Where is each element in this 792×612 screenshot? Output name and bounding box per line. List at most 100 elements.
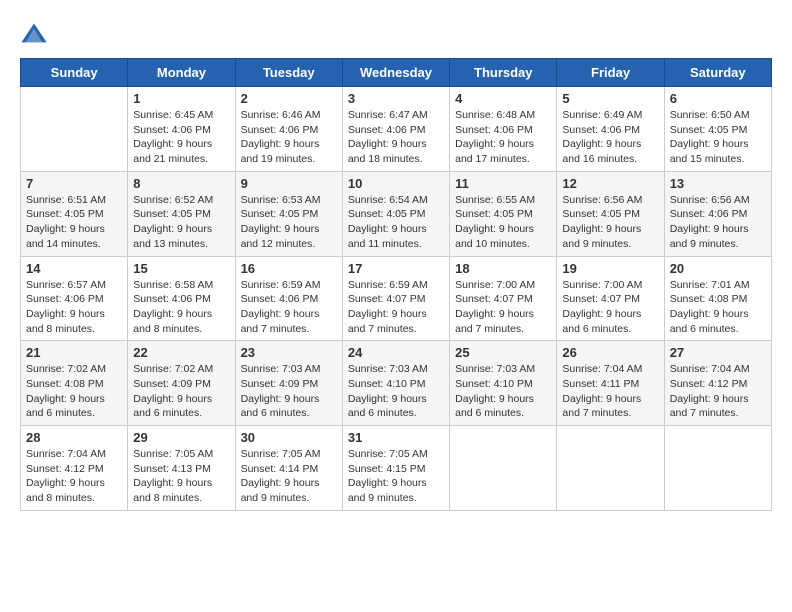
day-info: Sunrise: 7:03 AM Sunset: 4:10 PM Dayligh… bbox=[455, 362, 551, 421]
day-header: Tuesday bbox=[235, 59, 342, 87]
day-info: Sunrise: 6:50 AM Sunset: 4:05 PM Dayligh… bbox=[670, 108, 766, 167]
calendar-week-row: 21Sunrise: 7:02 AM Sunset: 4:08 PM Dayli… bbox=[21, 341, 772, 426]
calendar-cell: 20 Sunrise: 7:01 AM Sunset: 4:08 PM Dayli… bbox=[664, 256, 771, 341]
day-number: 6 bbox=[670, 91, 766, 106]
calendar-cell: 7Sunrise: 6:51 AM Sunset: 4:05 PM Daylig… bbox=[21, 171, 128, 256]
calendar-header-row: SundayMondayTuesdayWednesdayThursdayFrid… bbox=[21, 59, 772, 87]
calendar-cell: 3 Sunrise: 6:47 AM Sunset: 4:06 PM Daylig… bbox=[342, 87, 449, 172]
day-number: 14 bbox=[26, 261, 122, 276]
calendar-cell: 21Sunrise: 7:02 AM Sunset: 4:08 PM Dayli… bbox=[21, 341, 128, 426]
day-header: Monday bbox=[128, 59, 235, 87]
day-header: Sunday bbox=[21, 59, 128, 87]
calendar-cell: 29 Sunrise: 7:05 AM Sunset: 4:13 PM Dayli… bbox=[128, 426, 235, 511]
day-header: Saturday bbox=[664, 59, 771, 87]
day-info: Sunrise: 6:58 AM Sunset: 4:06 PM Dayligh… bbox=[133, 278, 229, 337]
calendar-cell: 24Sunrise: 7:03 AM Sunset: 4:10 PM Dayli… bbox=[342, 341, 449, 426]
calendar-cell: 16 Sunrise: 6:59 AM Sunset: 4:06 PM Dayli… bbox=[235, 256, 342, 341]
day-info: Sunrise: 6:46 AM Sunset: 4:06 PM Dayligh… bbox=[241, 108, 337, 167]
day-info: Sunrise: 6:56 AM Sunset: 4:06 PM Dayligh… bbox=[670, 193, 766, 252]
calendar-week-row: 28 Sunrise: 7:04 AM Sunset: 4:12 PM Dayli… bbox=[21, 426, 772, 511]
day-number: 3 bbox=[348, 91, 444, 106]
calendar-cell: 12 Sunrise: 6:56 AM Sunset: 4:05 PM Dayli… bbox=[557, 171, 664, 256]
day-info: Sunrise: 6:53 AM Sunset: 4:05 PM Dayligh… bbox=[241, 193, 337, 252]
calendar-cell: 19 Sunrise: 7:00 AM Sunset: 4:07 PM Dayli… bbox=[557, 256, 664, 341]
calendar-cell: 9 Sunrise: 6:53 AM Sunset: 4:05 PM Daylig… bbox=[235, 171, 342, 256]
calendar-week-row: 14Sunrise: 6:57 AM Sunset: 4:06 PM Dayli… bbox=[21, 256, 772, 341]
calendar-cell: 27Sunrise: 7:04 AM Sunset: 4:12 PM Dayli… bbox=[664, 341, 771, 426]
day-number: 19 bbox=[562, 261, 658, 276]
calendar-cell: 17Sunrise: 6:59 AM Sunset: 4:07 PM Dayli… bbox=[342, 256, 449, 341]
calendar-cell: 26 Sunrise: 7:04 AM Sunset: 4:11 PM Dayli… bbox=[557, 341, 664, 426]
calendar-cell: 13Sunrise: 6:56 AM Sunset: 4:06 PM Dayli… bbox=[664, 171, 771, 256]
calendar-cell: 2 Sunrise: 6:46 AM Sunset: 4:06 PM Daylig… bbox=[235, 87, 342, 172]
day-info: Sunrise: 6:51 AM Sunset: 4:05 PM Dayligh… bbox=[26, 193, 122, 252]
calendar-cell bbox=[664, 426, 771, 511]
day-number: 8 bbox=[133, 176, 229, 191]
calendar-cell: 25 Sunrise: 7:03 AM Sunset: 4:10 PM Dayli… bbox=[450, 341, 557, 426]
day-info: Sunrise: 7:05 AM Sunset: 4:15 PM Dayligh… bbox=[348, 447, 444, 506]
day-number: 26 bbox=[562, 345, 658, 360]
calendar-cell bbox=[557, 426, 664, 511]
day-info: Sunrise: 7:03 AM Sunset: 4:09 PM Dayligh… bbox=[241, 362, 337, 421]
day-info: Sunrise: 7:02 AM Sunset: 4:09 PM Dayligh… bbox=[133, 362, 229, 421]
day-number: 5 bbox=[562, 91, 658, 106]
day-header: Wednesday bbox=[342, 59, 449, 87]
day-number: 15 bbox=[133, 261, 229, 276]
day-header: Thursday bbox=[450, 59, 557, 87]
day-info: Sunrise: 6:59 AM Sunset: 4:06 PM Dayligh… bbox=[241, 278, 337, 337]
page-header bbox=[20, 20, 772, 48]
day-number: 11 bbox=[455, 176, 551, 191]
calendar-cell: 23 Sunrise: 7:03 AM Sunset: 4:09 PM Dayli… bbox=[235, 341, 342, 426]
day-info: Sunrise: 7:04 AM Sunset: 4:12 PM Dayligh… bbox=[26, 447, 122, 506]
day-info: Sunrise: 7:04 AM Sunset: 4:12 PM Dayligh… bbox=[670, 362, 766, 421]
day-number: 4 bbox=[455, 91, 551, 106]
calendar-cell: 5 Sunrise: 6:49 AM Sunset: 4:06 PM Daylig… bbox=[557, 87, 664, 172]
day-info: Sunrise: 7:00 AM Sunset: 4:07 PM Dayligh… bbox=[455, 278, 551, 337]
day-info: Sunrise: 6:52 AM Sunset: 4:05 PM Dayligh… bbox=[133, 193, 229, 252]
day-number: 9 bbox=[241, 176, 337, 191]
day-number: 20 bbox=[670, 261, 766, 276]
calendar-cell: 4 Sunrise: 6:48 AM Sunset: 4:06 PM Daylig… bbox=[450, 87, 557, 172]
day-number: 23 bbox=[241, 345, 337, 360]
calendar-cell: 1Sunrise: 6:45 AM Sunset: 4:06 PM Daylig… bbox=[128, 87, 235, 172]
calendar-cell bbox=[21, 87, 128, 172]
day-info: Sunrise: 6:59 AM Sunset: 4:07 PM Dayligh… bbox=[348, 278, 444, 337]
day-header: Friday bbox=[557, 59, 664, 87]
day-number: 16 bbox=[241, 261, 337, 276]
calendar-cell: 10Sunrise: 6:54 AM Sunset: 4:05 PM Dayli… bbox=[342, 171, 449, 256]
day-number: 22 bbox=[133, 345, 229, 360]
day-number: 21 bbox=[26, 345, 122, 360]
day-number: 1 bbox=[133, 91, 229, 106]
day-info: Sunrise: 6:47 AM Sunset: 4:06 PM Dayligh… bbox=[348, 108, 444, 167]
day-info: Sunrise: 7:01 AM Sunset: 4:08 PM Dayligh… bbox=[670, 278, 766, 337]
calendar-cell: 18 Sunrise: 7:00 AM Sunset: 4:07 PM Dayli… bbox=[450, 256, 557, 341]
day-info: Sunrise: 7:05 AM Sunset: 4:13 PM Dayligh… bbox=[133, 447, 229, 506]
day-info: Sunrise: 6:55 AM Sunset: 4:05 PM Dayligh… bbox=[455, 193, 551, 252]
day-info: Sunrise: 7:00 AM Sunset: 4:07 PM Dayligh… bbox=[562, 278, 658, 337]
calendar-cell bbox=[450, 426, 557, 511]
calendar-cell: 11 Sunrise: 6:55 AM Sunset: 4:05 PM Dayli… bbox=[450, 171, 557, 256]
day-info: Sunrise: 6:56 AM Sunset: 4:05 PM Dayligh… bbox=[562, 193, 658, 252]
day-number: 18 bbox=[455, 261, 551, 276]
day-number: 31 bbox=[348, 430, 444, 445]
day-info: Sunrise: 6:49 AM Sunset: 4:06 PM Dayligh… bbox=[562, 108, 658, 167]
day-number: 2 bbox=[241, 91, 337, 106]
calendar-week-row: 1Sunrise: 6:45 AM Sunset: 4:06 PM Daylig… bbox=[21, 87, 772, 172]
calendar-cell: 6 Sunrise: 6:50 AM Sunset: 4:05 PM Daylig… bbox=[664, 87, 771, 172]
day-number: 12 bbox=[562, 176, 658, 191]
day-number: 24 bbox=[348, 345, 444, 360]
calendar-cell: 14Sunrise: 6:57 AM Sunset: 4:06 PM Dayli… bbox=[21, 256, 128, 341]
day-info: Sunrise: 6:54 AM Sunset: 4:05 PM Dayligh… bbox=[348, 193, 444, 252]
calendar-cell: 8 Sunrise: 6:52 AM Sunset: 4:05 PM Daylig… bbox=[128, 171, 235, 256]
day-info: Sunrise: 6:48 AM Sunset: 4:06 PM Dayligh… bbox=[455, 108, 551, 167]
day-info: Sunrise: 7:04 AM Sunset: 4:11 PM Dayligh… bbox=[562, 362, 658, 421]
calendar-cell: 30 Sunrise: 7:05 AM Sunset: 4:14 PM Dayli… bbox=[235, 426, 342, 511]
calendar-cell: 15 Sunrise: 6:58 AM Sunset: 4:06 PM Dayli… bbox=[128, 256, 235, 341]
calendar-cell: 31 Sunrise: 7:05 AM Sunset: 4:15 PM Dayli… bbox=[342, 426, 449, 511]
calendar-cell: 22 Sunrise: 7:02 AM Sunset: 4:09 PM Dayli… bbox=[128, 341, 235, 426]
day-number: 28 bbox=[26, 430, 122, 445]
day-info: Sunrise: 7:05 AM Sunset: 4:14 PM Dayligh… bbox=[241, 447, 337, 506]
day-number: 30 bbox=[241, 430, 337, 445]
day-number: 29 bbox=[133, 430, 229, 445]
day-number: 25 bbox=[455, 345, 551, 360]
